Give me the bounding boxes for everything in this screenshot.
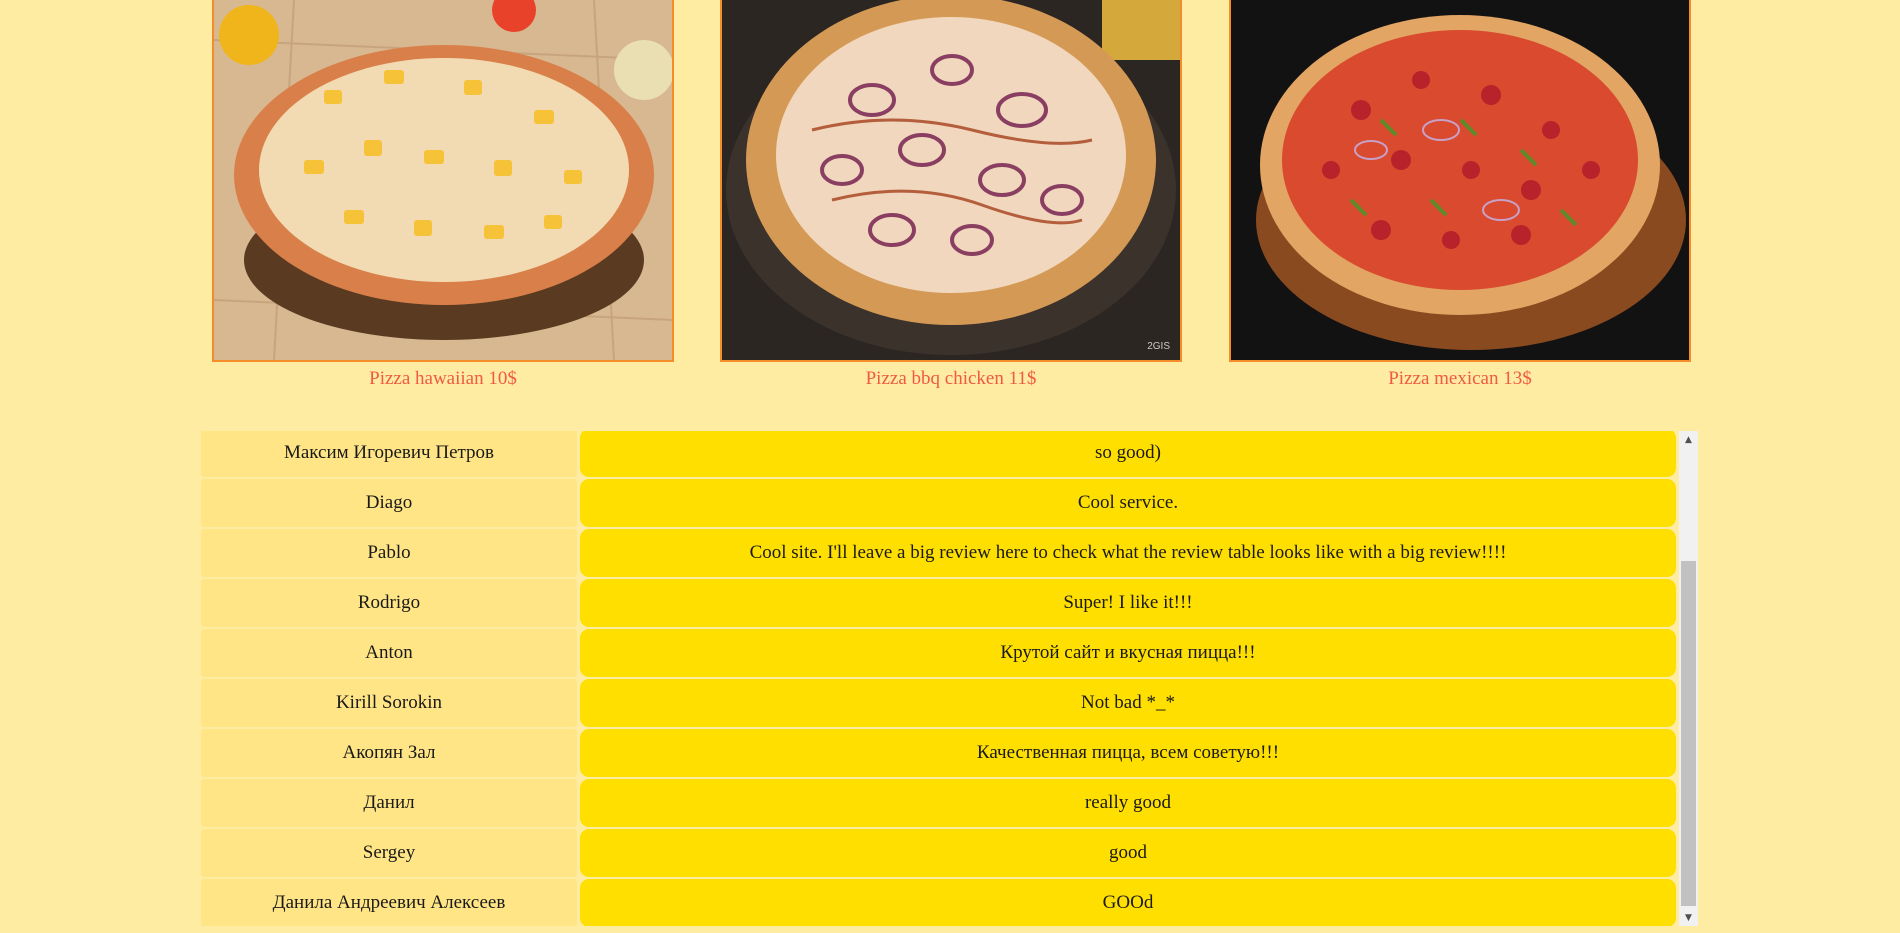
review-text: Качественная пицца, всем советую!!! — [580, 729, 1676, 777]
review-row: Данила Андреевич Алексеев GOOd — [201, 879, 1677, 926]
review-row: Данил really good — [201, 779, 1677, 827]
reviews-table[interactable]: Максим Игоревич Петров so good) Diago Co… — [201, 431, 1698, 926]
bbq-chicken-pizza-photo[interactable]: 2GIS — [720, 0, 1182, 362]
review-row: Rodrigo Super! I like it!!! — [201, 579, 1677, 627]
review-row: Акопян Зал Качественная пицца, всем сове… — [201, 729, 1677, 777]
review-row: Anton Крутой сайт и вкусная пицца!!! — [201, 629, 1677, 677]
review-row: Максим Игоревич Петров so good) — [201, 431, 1677, 477]
review-author: Diago — [201, 479, 577, 527]
review-author: Акопян Зал — [201, 729, 577, 777]
scrollbar-thumb[interactable] — [1681, 561, 1696, 906]
review-text: Super! I like it!!! — [580, 579, 1676, 627]
review-author: Kirill Sorokin — [201, 679, 577, 727]
review-author: Anton — [201, 629, 577, 677]
review-text: good — [580, 829, 1676, 877]
review-text: Cool service. — [580, 479, 1676, 527]
review-author: Данил — [201, 779, 577, 827]
pizza-caption[interactable]: Pizza bbq chicken 11$ — [720, 368, 1182, 390]
mexican-pizza-image — [1231, 0, 1689, 360]
review-row: Diago Cool service. — [201, 479, 1677, 527]
review-row: Kirill Sorokin Not bad *_* — [201, 679, 1677, 727]
watermark: 2GIS — [1147, 341, 1170, 352]
review-text: Крутой сайт и вкусная пицца!!! — [580, 629, 1676, 677]
reviews-scrollbar[interactable]: ▲ ▼ — [1679, 431, 1698, 926]
review-author: Rodrigo — [201, 579, 577, 627]
page: Pizza hawaiian 10$ 2GIS Pizza bbq chicke… — [0, 0, 1900, 933]
review-row: Sergey good — [201, 829, 1677, 877]
pizza-card-mexican[interactable]: Pizza mexican 13$ — [1229, 0, 1691, 390]
hawaiian-pizza-photo[interactable] — [212, 0, 674, 362]
review-author: Pablo — [201, 529, 577, 577]
pizza-card-bbq-chicken[interactable]: 2GIS Pizza bbq chicken 11$ — [720, 0, 1182, 390]
review-author: Sergey — [201, 829, 577, 877]
mexican-pizza-photo[interactable] — [1229, 0, 1691, 362]
hawaiian-pizza-image — [214, 0, 672, 360]
bbq-chicken-pizza-image — [722, 0, 1180, 360]
review-text: Not bad *_* — [580, 679, 1676, 727]
pizza-caption[interactable]: Pizza hawaiian 10$ — [212, 368, 674, 390]
review-row: Pablo Cool site. I'll leave a big review… — [201, 529, 1677, 577]
scroll-down-arrow-icon[interactable]: ▼ — [1679, 909, 1698, 926]
pizza-caption[interactable]: Pizza mexican 13$ — [1229, 368, 1691, 390]
review-text: so good) — [580, 431, 1676, 477]
review-text: really good — [580, 779, 1676, 827]
review-text: Cool site. I'll leave a big review here … — [580, 529, 1676, 577]
review-author: Максим Игоревич Петров — [201, 431, 577, 477]
review-author: Данила Андреевич Алексеев — [201, 879, 577, 926]
scroll-up-arrow-icon[interactable]: ▲ — [1679, 431, 1698, 448]
review-text: GOOd — [580, 879, 1676, 926]
pizza-card-hawaiian[interactable]: Pizza hawaiian 10$ — [212, 0, 674, 390]
